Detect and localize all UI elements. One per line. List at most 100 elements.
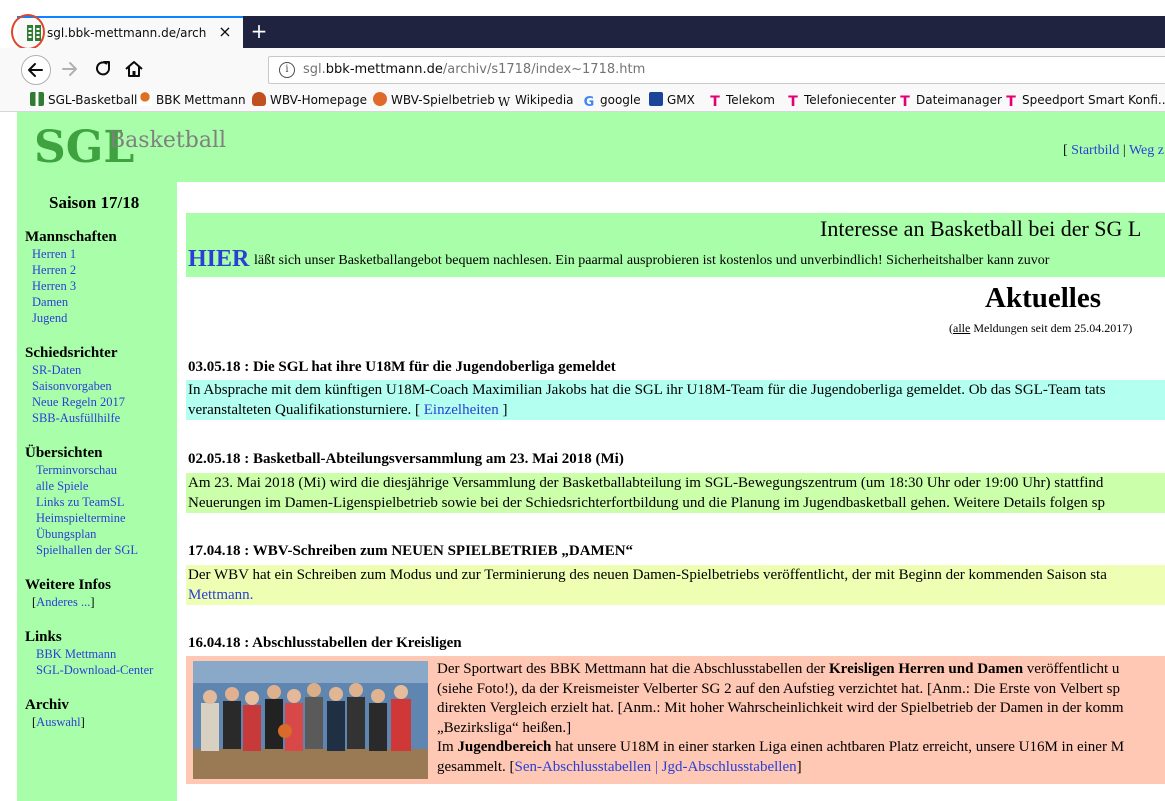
- bracket-open: [: [1063, 143, 1072, 158]
- bookmark-google[interactable]: Ggoogle: [582, 91, 641, 110]
- interest-banner-title: Interesse an Basketball bei der SG L: [820, 216, 1142, 241]
- page-info-icon[interactable]: i: [279, 62, 295, 78]
- sidebar-item-herren-2[interactable]: Herren 2: [32, 263, 76, 278]
- season-title: Saison 17/18: [49, 193, 140, 212]
- forward-button[interactable]: [58, 57, 82, 81]
- sidebar-item-damen[interactable]: Damen: [32, 295, 68, 310]
- news-text-part: ]: [498, 402, 508, 418]
- separator: |: [651, 758, 662, 775]
- bookmark-label: WBV-Spielbetrieb: [391, 93, 495, 107]
- sidebar-item-bbk-mettmann[interactable]: BBK Mettmann: [36, 647, 116, 662]
- news-text: gesammelt. [Sen-Abschlusstabellen | Jgd-…: [437, 758, 1165, 778]
- sidebar-heading-uebersichten: Übersichten: [25, 445, 103, 461]
- back-arrow-icon: [28, 63, 43, 77]
- news-text: veranstalteten Qualifikationsturniere. […: [188, 400, 1165, 420]
- wbv-icon: [252, 92, 266, 106]
- weg-link[interactable]: Weg z: [1129, 143, 1164, 158]
- bookmark-telefoniecenter[interactable]: T Telefoniecenter: [786, 91, 896, 109]
- sidebar-item-uebungsplan[interactable]: Übungsplan: [36, 527, 96, 542]
- telekom-icon: T: [900, 94, 910, 110]
- home-button[interactable]: [122, 57, 146, 81]
- startbild-link[interactable]: Startbild: [1071, 143, 1119, 158]
- news-text-part: ]: [796, 758, 802, 775]
- bookmark-wbv-spielbetrieb[interactable]: WBV-Spielbetrieb: [373, 91, 495, 109]
- sen-tables-link[interactable]: Sen-Abschlusstabellen: [514, 759, 651, 775]
- bbk-icon: [138, 92, 152, 106]
- sidebar-heading-weitere-infos: Weitere Infos: [25, 577, 111, 593]
- sidebar-item-terminvorschau[interactable]: Terminvorschau: [36, 463, 117, 478]
- basketball-icon: [373, 92, 387, 106]
- sidebar-item-label: Auswahl: [36, 715, 81, 729]
- bookmark-label: Telefoniecenter: [804, 93, 896, 107]
- jgd-tables-link[interactable]: Jgd-Abschlusstabellen: [662, 759, 797, 775]
- bookmark-bbk-mettmann[interactable]: BBK Mettmann: [138, 91, 246, 109]
- news-text-part: Der Sportwart des BBK Mettmann hat die A…: [437, 661, 830, 677]
- forward-arrow-icon: [62, 62, 77, 76]
- bookmark-label: Telekom: [726, 93, 775, 107]
- url-bar[interactable]: i sgl.bbk-mettmann.de/archiv/s1718/index…: [268, 56, 1165, 84]
- site-logo-subtitle: Basketball: [109, 128, 227, 153]
- url-domain: bbk-mettmann.de: [325, 62, 443, 77]
- sidebar-heading-schiedsrichter: Schiedsrichter: [25, 345, 118, 361]
- bookmark-label: SGL-Basketball: [48, 93, 138, 107]
- sgl-favicon-icon: [30, 92, 44, 106]
- url-text[interactable]: sgl.bbk-mettmann.de/archiv/s1718/index~1…: [303, 62, 645, 77]
- sidebar-item-heimspieltermine[interactable]: Heimspieltermine: [36, 511, 126, 526]
- back-button[interactable]: [21, 55, 51, 85]
- active-tab[interactable]: sgl.bbk-mettmann.de/archiv/s ×: [17, 16, 243, 48]
- sidebar-item-auswahl[interactable]: [Auswahl]: [32, 715, 85, 730]
- sidebar-item-alle-spiele[interactable]: alle Spiele: [36, 479, 88, 494]
- close-tab-icon[interactable]: ×: [217, 23, 233, 41]
- news-heading-1: 03.05.18 : Die SGL hat ihre U18M für die…: [188, 359, 616, 375]
- news-body-2: Am 23. Mai 2018 (Mi) wird die diesjährig…: [186, 473, 1165, 513]
- bookmark-label: Speedport Smart Konfi...: [1022, 93, 1165, 107]
- bookmark-label: Dateimanager: [916, 93, 1002, 107]
- sidebar-item-jugend[interactable]: Jugend: [32, 311, 67, 326]
- sidebar-item-neue-regeln[interactable]: Neue Regeln 2017: [32, 395, 125, 410]
- news-text: Der Sportwart des BBK Mettmann hat die A…: [437, 660, 1165, 680]
- telekom-icon: T: [788, 94, 798, 110]
- sidebar-item-sr-daten[interactable]: SR-Daten: [32, 363, 81, 378]
- wikipedia-icon: W: [497, 95, 511, 109]
- einzelheiten-link[interactable]: Einzelheiten: [424, 402, 499, 418]
- sidebar-item-herren-1[interactable]: Herren 1: [32, 247, 76, 262]
- sidebar-item-links-teamsl[interactable]: Links zu TeamSL: [36, 495, 124, 510]
- telekom-icon: T: [710, 94, 720, 110]
- team-photo[interactable]: [193, 661, 428, 779]
- bookmark-wikipedia[interactable]: W Wikipedia: [497, 91, 574, 109]
- mettmann-link[interactable]: Mettmann.: [188, 587, 253, 603]
- sidebar-heading-mannschaften: Mannschaften: [25, 229, 117, 245]
- sidebar-item-sbb-ausfuellhilfe[interactable]: SBB-Ausfüllhilfe: [32, 411, 120, 426]
- news-archive-note: (alle Meldungen seit dem 25.04.2017): [949, 321, 1132, 336]
- bookmark-speedport[interactable]: T Speedport Smart Konfi...: [1004, 91, 1165, 109]
- url-path: /archiv/s1718/index~1718.htm: [442, 62, 646, 77]
- sidebar-heading-links: Links: [25, 629, 62, 645]
- google-icon: G: [583, 95, 595, 110]
- bookmark-sgl-basketball[interactable]: SGL-Basketball: [30, 91, 137, 109]
- sidebar-item-herren-3[interactable]: Herren 3: [32, 279, 76, 294]
- news-heading-3: 17.04.18 : WBV-Schreiben zum NEUEN SPIEL…: [188, 543, 634, 559]
- news-text: Neuerungen im Damen-Ligenspielbetrieb so…: [188, 495, 1106, 511]
- news-text: Am 23. Mai 2018 (Mi) wird die diesjährig…: [188, 475, 1104, 491]
- hier-link[interactable]: HIER: [188, 246, 249, 273]
- news-body-1: In Absprache mit dem künftigen U18M-Coac…: [186, 380, 1165, 420]
- bookmark-dateimanager[interactable]: T Dateimanager: [898, 91, 1002, 109]
- bookmark-wbv-homepage[interactable]: WBV-Homepage: [252, 91, 367, 109]
- highlight-circle-annotation: [11, 14, 45, 50]
- news-text: Im Jugendbereich hat unsere U18M in eine…: [437, 738, 1165, 758]
- sidebar-item-saisonvorgaben[interactable]: Saisonvorgaben: [32, 379, 112, 394]
- new-tab-button[interactable]: +: [249, 20, 269, 44]
- sidebar-item-anderes[interactable]: [Anderes ...]: [32, 595, 95, 610]
- news-text-part: hat unsere U18M in einer starken Liga ei…: [551, 739, 1125, 755]
- reload-button[interactable]: [91, 57, 115, 81]
- all-news-link[interactable]: alle: [953, 321, 970, 335]
- sidebar-item-spielhallen[interactable]: Spielhallen der SGL: [36, 543, 138, 558]
- news-text-4: Der Sportwart des BBK Mettmann hat die A…: [437, 660, 1165, 777]
- bookmark-gmx[interactable]: GMX: [649, 91, 695, 109]
- url-prefix: sgl.: [303, 62, 326, 77]
- sidebar-item-download-center[interactable]: SGL-Download-Center: [36, 663, 153, 678]
- news-text: Der WBV hat ein Schreiben zum Modus und …: [188, 567, 1107, 583]
- news-text-bold: Jugendbereich: [457, 739, 552, 755]
- news-section-title: Aktuelles: [985, 282, 1101, 314]
- bookmark-telekom[interactable]: T Telekom: [708, 91, 775, 109]
